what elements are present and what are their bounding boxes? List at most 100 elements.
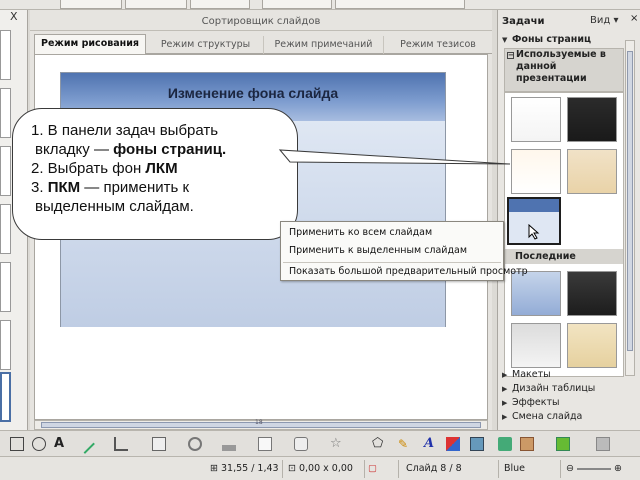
zoom-out-icon[interactable]: ⊖ — [566, 463, 574, 474]
slide-thumbnail[interactable] — [0, 88, 11, 138]
master-thumbnail[interactable] — [511, 149, 561, 194]
collapsed-arrow-icon: ▶ — [502, 413, 508, 421]
section-label: Смена слайда — [512, 411, 583, 422]
align-icon[interactable] — [520, 437, 534, 451]
collapsed-arrow-icon: ▶ — [502, 385, 508, 393]
task-pane: Задачи Вид ▾ × ▼ Фоны страниц − Используе… — [497, 10, 640, 430]
slide-thumbnail[interactable] — [0, 204, 11, 254]
drawing-toolbar: A ☆ ⬠ ✎ A — [0, 430, 640, 456]
zoom-slider[interactable]: ⊖ ⊕ — [566, 462, 622, 476]
rectangle-icon[interactable] — [10, 437, 24, 451]
master-thumbnail[interactable] — [511, 323, 561, 368]
zoom-track[interactable] — [577, 467, 611, 470]
position-icon: ⊞ — [210, 463, 221, 474]
callout-text: — применить к — [80, 179, 190, 196]
toolbar-button[interactable] — [125, 0, 187, 9]
section-label: Дизайн таблицы — [512, 383, 596, 394]
menu-apply-to-all-slides[interactable]: Применить ко всем слайдам — [289, 226, 432, 240]
menu-show-large-preview[interactable]: Показать большой предварительный просмот… — [289, 265, 528, 279]
slide-thumbnail[interactable] — [0, 30, 11, 80]
slide-thumbnail[interactable] — [0, 320, 11, 370]
connector-icon[interactable] — [114, 437, 128, 451]
status-bar: ⊞ 31,55 / 1,43 ⊡ 0,00 x 0,00 ▢ Слайд 8 /… — [0, 456, 640, 480]
subsection-recent[interactable]: Последние — [505, 249, 623, 264]
section-slide-transition[interactable]: ▶ Смена слайда — [502, 410, 630, 424]
tab-handout-view[interactable]: Режим тезисов — [384, 36, 492, 54]
subsection-label: Используемые в данной презентации — [516, 49, 606, 84]
tab-outline-view[interactable]: Режим структуры — [148, 36, 264, 54]
task-pane-view-menu[interactable]: Вид ▾ — [590, 15, 619, 26]
close-icon[interactable]: X — [10, 10, 18, 23]
section-table-design[interactable]: ▶ Дизайн таблицы — [502, 382, 630, 396]
star-icon[interactable]: ☆ — [330, 437, 344, 451]
slide-thumbnail-selected[interactable] — [0, 372, 11, 422]
master-thumbnail[interactable] — [511, 97, 561, 142]
position-indicator: ⊞ 31,55 / 1,43 — [210, 462, 279, 476]
symbol-shapes-icon[interactable] — [188, 437, 202, 451]
callout-line-3: 2. Выбрать фон ЛКМ — [31, 159, 287, 178]
ellipse-icon[interactable] — [32, 437, 46, 451]
slide-counter: Слайд 8 / 8 — [406, 463, 462, 474]
status-divider — [560, 460, 561, 478]
horizontal-scrollbar[interactable]: 18 — [34, 419, 488, 430]
section-master-pages[interactable]: ▼ Фоны страниц — [502, 33, 630, 47]
zoom-in-icon[interactable]: ⊕ — [614, 463, 622, 474]
status-divider — [364, 460, 365, 478]
menu-separator — [283, 262, 501, 263]
extrusion-icon[interactable] — [498, 437, 512, 451]
menu-apply-to-selected-slides[interactable]: Применить к выделенным слайдам — [289, 244, 467, 258]
section-label: Эффекты — [512, 397, 560, 408]
toolbar-button[interactable] — [190, 0, 250, 9]
glue-points-icon[interactable]: ✎ — [398, 437, 412, 451]
flowchart-icon[interactable] — [258, 437, 272, 451]
collapsed-arrow-icon: ▶ — [502, 399, 508, 407]
section-effects[interactable]: ▶ Эффекты — [502, 396, 630, 410]
tab-notes-view[interactable]: Режим примечаний — [264, 36, 384, 54]
gallery-icon[interactable] — [470, 437, 484, 451]
toolbar-button[interactable] — [262, 0, 332, 9]
master-thumbnail[interactable] — [567, 323, 617, 368]
chevron-down-icon: ▾ — [613, 15, 619, 26]
scrollbar-thumb[interactable] — [627, 51, 633, 351]
task-pane-scrollbar[interactable] — [625, 40, 635, 376]
callout-line-2: вкладку — фоны страниц. — [31, 140, 287, 159]
arrange-icon[interactable] — [556, 437, 570, 451]
section-layouts[interactable]: ▶ Макеты — [502, 368, 630, 382]
status-divider — [282, 460, 283, 478]
master-thumbnail[interactable] — [567, 97, 617, 142]
context-menu: Применить ко всем слайдам Применить к вы… — [280, 221, 528, 281]
master-thumbnail[interactable] — [567, 271, 617, 316]
section-label: Фоны страниц — [512, 34, 592, 45]
tab-drawing-view[interactable]: Режим рисования — [34, 34, 146, 55]
from-file-icon[interactable] — [446, 437, 460, 451]
callout-text: вкладку — — [35, 141, 114, 158]
block-arrows-icon[interactable] — [222, 437, 236, 451]
toolbar-button[interactable] — [60, 0, 122, 9]
toolbar-button[interactable] — [335, 0, 465, 9]
view-tabs: Режим рисования Режим структуры Режим пр… — [34, 34, 492, 55]
subsection-used-in-presentation[interactable]: − Используемые в данной презентации — [504, 48, 624, 92]
expanded-arrow-icon: ▼ — [502, 36, 508, 44]
basic-shapes-icon[interactable] — [152, 437, 166, 451]
slide-thumbnail[interactable] — [0, 146, 11, 196]
callout-line-4: 3. ПКМ — применить к — [31, 178, 287, 197]
top-toolbar — [0, 0, 640, 10]
callout-bold-text: ПКМ — [47, 179, 81, 196]
shadow-icon[interactable] — [596, 437, 610, 451]
section-label: Макеты — [512, 369, 551, 380]
size-icon: ⊡ — [288, 463, 299, 474]
size-indicator: ⊡ 0,00 x 0,00 — [288, 462, 353, 476]
callout-bold-text: ЛКМ — [145, 160, 178, 177]
document-modified-icon: ▢ — [368, 463, 377, 474]
master-thumbnail[interactable] — [567, 149, 617, 194]
points-icon[interactable]: ⬠ — [372, 437, 386, 451]
fontwork-icon[interactable]: A — [424, 437, 438, 451]
callouts-icon[interactable] — [294, 437, 308, 451]
editor-title: Сортировщик слайдов — [30, 13, 492, 31]
close-icon[interactable]: × — [630, 13, 638, 24]
text-icon[interactable]: A — [54, 437, 68, 451]
collapse-icon: − — [507, 51, 514, 59]
status-divider — [398, 460, 399, 478]
curve-icon[interactable] — [75, 434, 95, 454]
slide-thumbnail[interactable] — [0, 262, 11, 312]
